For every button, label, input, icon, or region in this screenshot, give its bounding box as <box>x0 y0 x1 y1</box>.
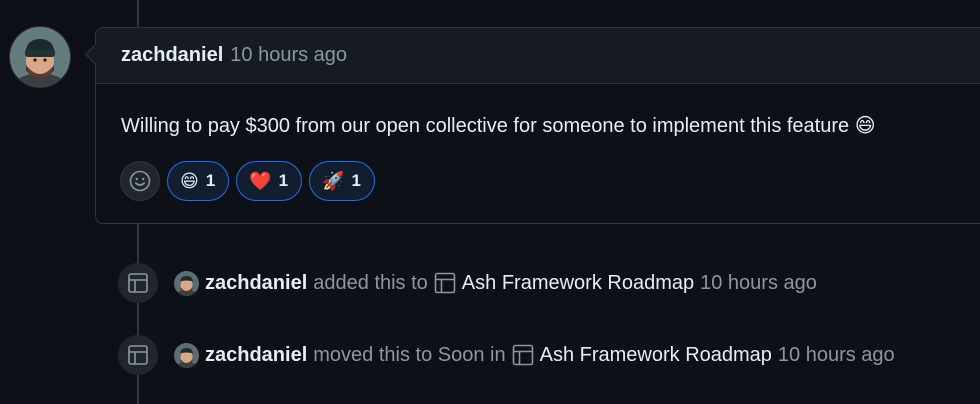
reaction-count: 1 <box>205 171 216 190</box>
project-table-icon <box>434 272 456 294</box>
event-timestamp-link[interactable]: 10 hours ago <box>778 344 895 367</box>
actor-avatar[interactable] <box>174 342 199 368</box>
grinning-emoji-icon: 😄 <box>180 171 199 191</box>
event-action-text: moved this to Soon in <box>313 343 506 366</box>
timeline-event-moved: zachdaniel moved this to Soon in Ash Fra… <box>118 335 901 375</box>
event-badge <box>118 335 158 375</box>
actor-avatar[interactable] <box>174 270 199 296</box>
heart-emoji-icon: ❤️ <box>249 171 272 191</box>
reaction-grinning[interactable]: 😄 1 <box>167 161 230 201</box>
event-actor-link[interactable]: zachdaniel <box>205 272 307 295</box>
reaction-heart[interactable]: ❤️ 1 <box>236 161 303 201</box>
reaction-rocket[interactable]: 🚀 1 <box>309 161 376 201</box>
timeline-event-added: zachdaniel added this to Ash Framework R… <box>118 263 823 303</box>
timeline-line-top <box>137 0 139 27</box>
comment-body: Willing to pay $300 from our open collec… <box>121 115 876 137</box>
project-link[interactable]: Ash Framework Roadmap <box>540 344 772 367</box>
avatar-image <box>174 270 199 296</box>
comment-author-link[interactable]: zachdaniel <box>121 44 223 67</box>
comment-header: zachdaniel 10 hours ago <box>96 28 980 84</box>
rocket-emoji-icon: 🚀 <box>322 171 345 191</box>
comment-timestamp-link[interactable]: 10 hours ago <box>230 44 347 67</box>
event-actor-link[interactable]: zachdaniel <box>205 344 307 367</box>
issue-timeline: zachdaniel 10 hours ago Willing to pay $… <box>0 0 980 404</box>
avatar-image <box>174 342 199 368</box>
reaction-count: 1 <box>278 171 289 190</box>
smiley-icon <box>129 170 151 192</box>
event-badge <box>118 263 158 303</box>
add-reaction-button[interactable] <box>120 161 160 201</box>
reaction-count: 1 <box>351 171 362 190</box>
timeline-line-middle <box>137 224 139 404</box>
table-icon <box>128 345 148 365</box>
author-avatar[interactable] <box>9 26 71 88</box>
project-link[interactable]: Ash Framework Roadmap <box>462 272 694 295</box>
comment-card: zachdaniel 10 hours ago Willing to pay $… <box>95 27 980 224</box>
avatar-image <box>10 27 70 87</box>
event-action-text: added this to <box>313 271 428 294</box>
project-table-icon <box>512 344 534 366</box>
event-timestamp-link[interactable]: 10 hours ago <box>700 272 817 295</box>
table-icon <box>128 273 148 293</box>
reactions-bar: 😄 1 ❤️ 1 🚀 1 <box>96 161 980 201</box>
